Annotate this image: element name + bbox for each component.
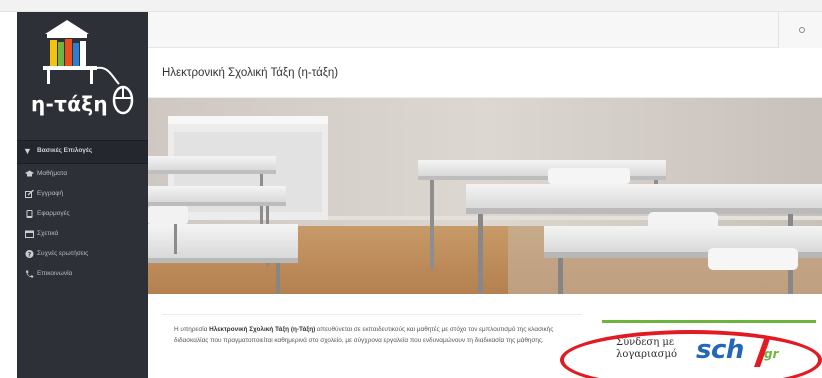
sidebar-menu: Μαθήματα Εγγραφή Εφαρμογές Σχετικά ? Συχ… — [17, 164, 148, 284]
classroom-desks-illustration — [148, 98, 822, 294]
sidebar-item-faq[interactable]: ? Συχνές ερωτήσεις — [17, 244, 148, 264]
chevron-down-icon: ▼ — [23, 146, 32, 156]
sidebar-item-register[interactable]: Εγγραφή — [17, 184, 148, 204]
sidebar-item-label: Συχνές ερωτήσεις — [37, 250, 89, 257]
svg-text:?: ? — [28, 251, 32, 258]
sidebar-section-label: Βασικές Επιλογές — [37, 147, 93, 154]
sidebar-item-contact[interactable]: Επικοινωνία — [17, 264, 148, 284]
user-menu-button[interactable] — [778, 12, 822, 48]
sidebar-item-courses[interactable]: Μαθήματα — [17, 164, 148, 184]
app-logo[interactable]: η-τάξη — [17, 12, 148, 134]
edit-icon — [25, 189, 34, 198]
tablet-icon — [25, 210, 34, 218]
phone-icon — [25, 270, 34, 278]
graduation-cap-icon — [25, 170, 34, 178]
sidebar-item-about[interactable]: Σχετικά — [17, 224, 148, 244]
sidebar-item-label: Εγγραφή — [37, 190, 64, 197]
sidebar: η-τάξη ▼ Βασικές Επιλογές Μαθήματα Εγγρα… — [17, 12, 148, 378]
top-bar — [148, 12, 822, 48]
login-label-line1: Σύνδεση με — [616, 337, 675, 348]
page-header: Ηλεκτρονική Σχολική Τάξη (η-τάξη) — [148, 48, 822, 98]
service-description-prefix: Η υπηρεσία — [174, 326, 210, 333]
sidebar-item-label: Εφαρμογές — [37, 210, 70, 217]
question-circle-icon: ? — [25, 250, 34, 258]
main-content: Ηλεκτρονική Σχολική Τάξη (η-τάξη) Η υπηρ… — [148, 12, 822, 378]
sidebar-section-header[interactable]: ▼ Βασικές Επιλογές — [17, 140, 148, 164]
login-label-line2: λογαριασμό — [616, 349, 677, 360]
login-label: Σύνδεση με λογαριασμό — [616, 337, 686, 361]
sidebar-item-apps[interactable]: Εφαρμογές — [17, 204, 148, 224]
hero-banner-image — [148, 98, 822, 294]
content-area: Η υπηρεσία Ηλεκτρονική Σχολική Τάξη (η-Τ… — [148, 294, 822, 378]
sch-login-button[interactable]: Σύνδεση με λογαριασμό sch gr — [602, 320, 816, 378]
window-top-strip — [0, 0, 822, 12]
info-panel: Η υπηρεσία Ηλεκτρονική Σχολική Τάξη (η-Τ… — [162, 314, 582, 378]
browser-page: η-τάξη ▼ Βασικές Επιλογές Μαθήματα Εγγρα… — [0, 0, 822, 378]
sidebar-item-label: Μαθήματα — [37, 170, 68, 177]
service-description: Η υπηρεσία Ηλεκτρονική Σχολική Τάξη (η-Τ… — [174, 325, 582, 346]
sch-gr-logo: sch gr — [692, 333, 802, 369]
sch-logo-text: sch — [696, 335, 744, 365]
page-title: Ηλεκτρονική Σχολική Τάξη (η-τάξη) — [162, 67, 339, 79]
calendar-icon — [25, 230, 34, 238]
logo-text: η-τάξη — [31, 92, 108, 116]
sidebar-item-label: Επικοινωνία — [37, 270, 73, 277]
gr-logo-text: gr — [764, 347, 779, 361]
sidebar-item-label: Σχετικά — [37, 230, 59, 237]
user-icon — [799, 27, 805, 33]
service-name: Ηλεκτρονική Σχολική Τάξη (η-Τάξη) — [209, 326, 316, 333]
